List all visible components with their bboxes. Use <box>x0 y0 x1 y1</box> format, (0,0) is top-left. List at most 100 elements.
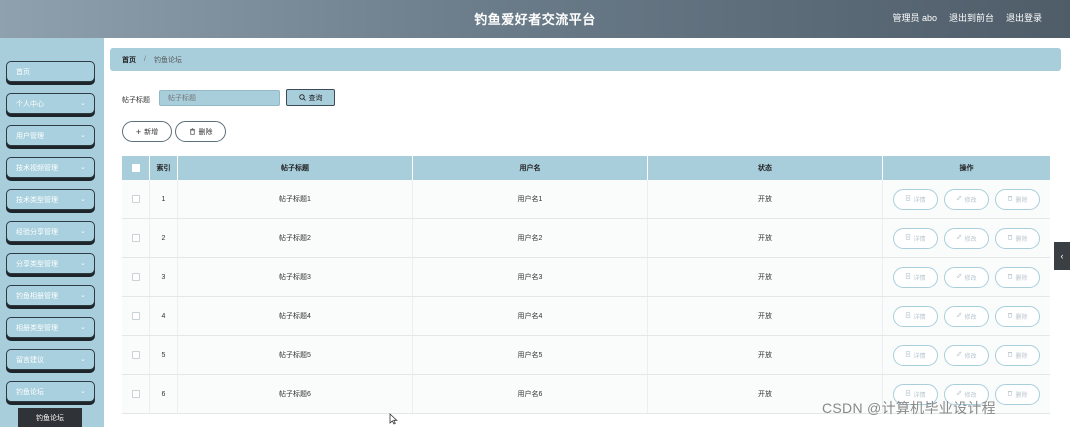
row-checkbox[interactable] <box>131 351 140 359</box>
edit-icon <box>956 390 962 398</box>
sidebar: 首页 个人中心 ⌄ 用户管理 ⌄ 技术视频管理 ⌄ 技术类型管理 ⌄ 经验分享管理 ⌄ 分… <box>0 38 104 427</box>
detail-button[interactable]: 详情 <box>893 344 938 366</box>
mouse-cursor-icon <box>389 413 398 427</box>
add-button[interactable]: + 新增 <box>122 121 172 142</box>
row-title: 帖子标题4 <box>178 297 413 335</box>
sidebar-item-album-types[interactable]: 相册类型管理 ⌄ <box>6 317 95 338</box>
delete-button[interactable]: 删除 <box>175 121 226 142</box>
header-user-area: 管理员 abo 退出到前台 退出登录 <box>892 11 1042 24</box>
row-title: 帖子标题6 <box>178 375 413 413</box>
row-status: 开放 <box>648 258 883 296</box>
row-delete-button[interactable]: 删除 <box>995 305 1040 327</box>
row-checkbox[interactable] <box>131 234 140 242</box>
edit-button[interactable]: 修改 <box>944 344 989 366</box>
chevron-left-icon[interactable]: ‹ <box>1054 242 1070 270</box>
sidebar-item-tech-videos[interactable]: 技术视频管理 ⌄ <box>6 157 95 178</box>
edit-button[interactable]: 修改 <box>944 266 989 288</box>
sidebar-item-label: 技术视频管理 <box>16 164 58 172</box>
search-input[interactable] <box>159 90 280 106</box>
detail-button-label: 详情 <box>913 197 926 204</box>
sidebar-item-home[interactable]: 首页 <box>6 61 95 82</box>
edit-button-label: 修改 <box>964 353 977 360</box>
sidebar-item-label: 相册类型管理 <box>16 324 58 332</box>
row-username: 用户名5 <box>413 336 648 374</box>
row-actions: 详情 修改 删除 <box>883 336 1050 374</box>
row-username: 用户名4 <box>413 297 648 335</box>
row-username: 用户名6 <box>413 375 648 413</box>
search-button-label: 查询 <box>308 94 323 102</box>
detail-button[interactable]: 详情 <box>893 188 938 210</box>
search-button[interactable]: 查询 <box>286 89 335 106</box>
back-to-front-link[interactable]: 退出到前台 <box>949 11 994 24</box>
sidebar-item-profile[interactable]: 个人中心 ⌄ <box>6 93 95 114</box>
current-user-label: 管理员 abo <box>892 13 937 23</box>
row-delete-button[interactable]: 删除 <box>995 383 1040 405</box>
plus-icon: + <box>135 126 142 137</box>
breadcrumb-home[interactable]: 首页 <box>122 55 136 65</box>
document-icon <box>905 195 911 203</box>
edit-button[interactable]: 修改 <box>944 305 989 327</box>
row-checkbox-cell <box>122 180 150 218</box>
row-delete-button[interactable]: 删除 <box>995 266 1040 288</box>
row-index: 3 <box>150 258 178 296</box>
edit-button[interactable]: 修改 <box>944 188 989 210</box>
detail-button-label: 详情 <box>913 275 926 282</box>
sidebar-submenu-forum[interactable]: 钓鱼论坛 <box>18 408 82 427</box>
row-index: 2 <box>150 219 178 257</box>
select-all-checkbox[interactable] <box>131 164 140 172</box>
detail-button[interactable]: 详情 <box>893 305 938 327</box>
row-checkbox[interactable] <box>131 390 140 398</box>
sidebar-item-label: 分享类型管理 <box>16 260 58 268</box>
detail-button-label: 详情 <box>913 353 926 360</box>
row-checkbox-cell <box>122 375 150 413</box>
sidebar-item-feedback[interactable]: 留言建议 ⌄ <box>6 349 95 370</box>
chevron-down-icon: ⌄ <box>80 388 86 395</box>
document-icon <box>905 234 911 242</box>
edit-icon <box>956 195 962 203</box>
add-button-label: 新增 <box>144 128 159 136</box>
row-index: 1 <box>150 180 178 218</box>
row-actions: 详情 修改 删除 <box>883 297 1050 335</box>
chevron-down-icon: ⌄ <box>80 196 86 203</box>
edit-button-label: 修改 <box>964 314 977 321</box>
row-title: 帖子标题2 <box>178 219 413 257</box>
column-header-actions: 操作 <box>959 165 974 172</box>
sidebar-item-tech-types[interactable]: 技术类型管理 ⌄ <box>6 189 95 210</box>
sidebar-item-label: 经验分享管理 <box>16 228 58 236</box>
row-delete-button-label: 删除 <box>1015 392 1028 399</box>
logout-link[interactable]: 退出登录 <box>1006 11 1042 24</box>
detail-button[interactable]: 详情 <box>893 227 938 249</box>
sidebar-item-label: 钓鱼相册管理 <box>16 292 58 300</box>
sidebar-item-experience[interactable]: 经验分享管理 ⌄ <box>6 221 95 242</box>
edit-icon <box>956 273 962 281</box>
row-checkbox-cell <box>122 336 150 374</box>
sidebar-item-users[interactable]: 用户管理 ⌄ <box>6 125 95 146</box>
row-checkbox[interactable] <box>131 273 140 281</box>
row-checkbox[interactable] <box>131 195 140 203</box>
row-status: 开放 <box>648 336 883 374</box>
edit-icon <box>956 312 962 320</box>
edit-button-label: 修改 <box>964 197 977 204</box>
row-checkbox[interactable] <box>131 312 140 320</box>
row-delete-button[interactable]: 删除 <box>995 344 1040 366</box>
trash-icon <box>189 128 195 135</box>
chevron-down-icon: ⌄ <box>80 324 86 331</box>
chevron-down-icon: ⌄ <box>80 292 86 299</box>
sidebar-item-share-types[interactable]: 分享类型管理 ⌄ <box>6 253 95 274</box>
header-checkbox-cell <box>122 156 150 180</box>
trash-icon <box>1007 195 1013 203</box>
sidebar-item-label: 钓鱼论坛 <box>16 388 44 396</box>
edit-button[interactable]: 修改 <box>944 227 989 249</box>
document-icon <box>905 312 911 320</box>
sidebar-item-forum[interactable]: 钓鱼论坛 ⌄ <box>6 381 95 402</box>
row-delete-button[interactable]: 删除 <box>995 227 1040 249</box>
sidebar-item-label: 首页 <box>16 68 30 76</box>
row-checkbox-cell <box>122 219 150 257</box>
edit-button-label: 修改 <box>964 236 977 243</box>
detail-button[interactable]: 详情 <box>893 266 938 288</box>
column-header-index: 索引 <box>150 156 178 180</box>
detail-button-label: 详情 <box>913 236 926 243</box>
row-index: 4 <box>150 297 178 335</box>
sidebar-item-albums[interactable]: 钓鱼相册管理 ⌄ <box>6 285 95 306</box>
row-delete-button[interactable]: 删除 <box>995 188 1040 210</box>
